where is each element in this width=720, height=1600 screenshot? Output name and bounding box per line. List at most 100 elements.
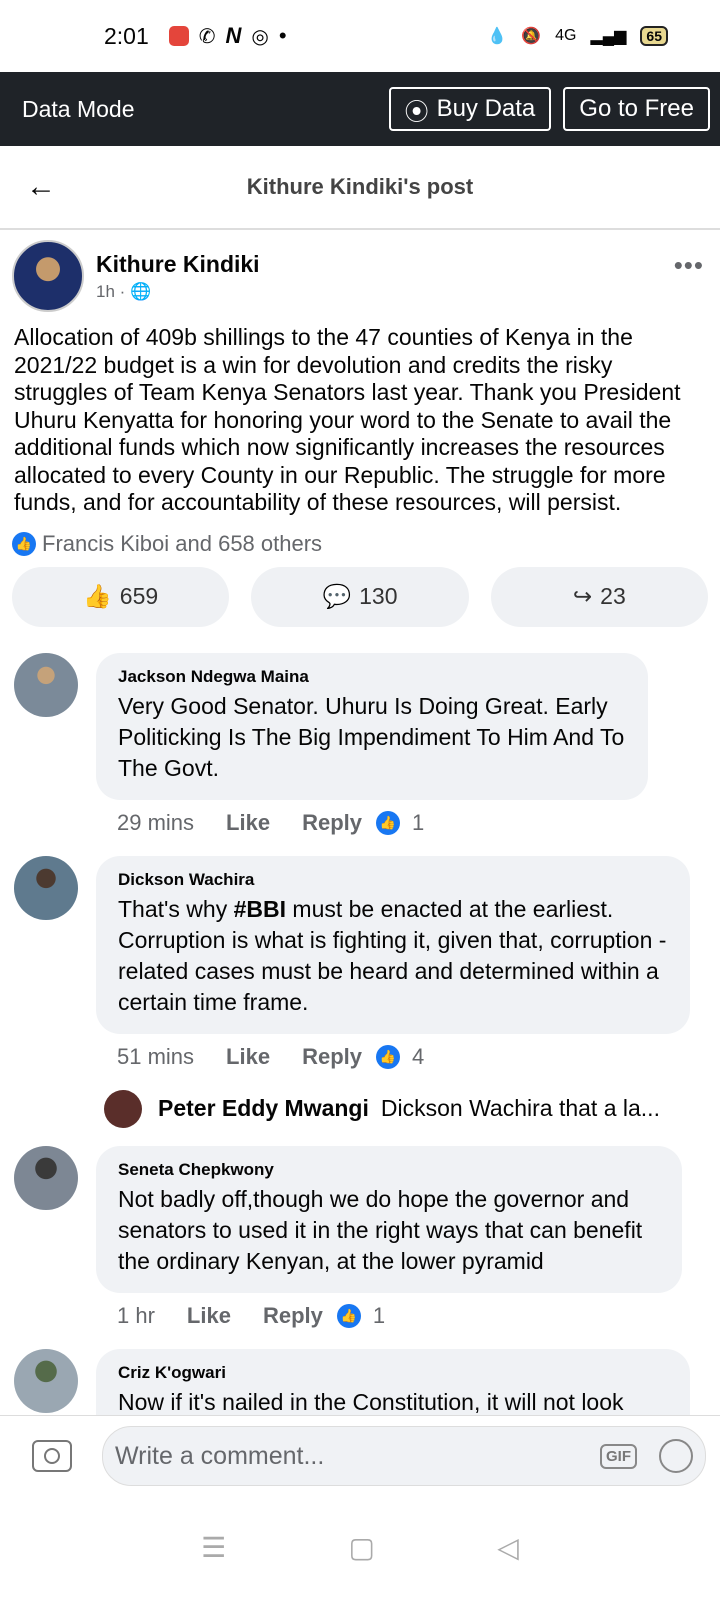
reply-author: Peter Eddy Mwangi	[158, 1095, 369, 1121]
share-count: 23	[600, 583, 626, 609]
comment-reaction-count: 1	[412, 809, 425, 835]
status-time: 2:01	[104, 22, 149, 49]
like-reaction-icon: 👍	[376, 1044, 400, 1069]
reaction-text: Francis Kiboi and 658 others	[42, 530, 323, 556]
like-reaction-icon: 👍	[376, 810, 400, 835]
whatsapp-icon: ✆	[198, 25, 216, 48]
comment-icon: 💬	[322, 583, 352, 609]
comment-reply-button[interactable]: Reply	[302, 810, 362, 836]
page-title: Kithure Kindiki's post	[246, 174, 474, 199]
like-reaction-icon: 👍	[336, 1303, 361, 1328]
post-header: ← Kithure Kindiki's post	[0, 146, 720, 230]
status-left: 2:01 ✆ N ◎ •	[104, 23, 287, 50]
commenter-name[interactable]: Seneta Chepkwony	[118, 1160, 660, 1180]
like-count: 659	[119, 583, 159, 609]
data-mode-title: Data Mode	[22, 95, 135, 122]
comment-bubble: Dickson Wachira That's why #BBI must be …	[96, 855, 690, 1034]
commenter-name[interactable]: Dickson Wachira	[118, 870, 668, 890]
comment-text: That's why #BBI must be enacted at the e…	[118, 894, 668, 1018]
commenter-avatar[interactable]	[14, 1145, 78, 1210]
author-box: Kithure Kindiki 1h · 🌐	[96, 251, 260, 302]
like-reaction-icon: 👍	[12, 531, 36, 556]
status-right: 💧 🔕 4G ▂▄▆ 65	[487, 26, 668, 46]
back-arrow-icon[interactable]: ←	[26, 170, 56, 204]
comment-time: 1 hr	[117, 1302, 155, 1328]
comment-text-part: That's why	[118, 895, 234, 922]
comment-text: Now if it's nailed in the Constitution, …	[118, 1388, 624, 1415]
commenter-name[interactable]: Jackson Ndegwa Maina	[118, 667, 626, 687]
data-buttons: ⦿ Buy Data Go to Free	[388, 87, 710, 131]
author-name[interactable]: Kithure Kindiki	[96, 251, 260, 278]
more-options-icon[interactable]: •••	[674, 250, 704, 281]
share-button[interactable]: ↪ 23	[490, 566, 708, 627]
gif-icon[interactable]: GIF	[600, 1443, 637, 1469]
comment-reactions[interactable]: 👍 1	[376, 810, 424, 836]
comment-placeholder: Write a comment...	[115, 1441, 325, 1470]
comment-bubble: Jackson Ndegwa Maina Very Good Senator. …	[96, 652, 648, 800]
netflix-icon: N	[225, 23, 242, 48]
commenter-name[interactable]: Criz K'ogwari	[118, 1363, 668, 1383]
comment-meta: 29 mins Like Reply 👍 1	[0, 800, 720, 856]
buy-data-button[interactable]: ⦿ Buy Data	[388, 87, 552, 131]
reply-text: Dickson Wachira that a la...	[380, 1095, 660, 1121]
instagram-icon: ◎	[251, 25, 269, 48]
dot-icon: •	[278, 23, 287, 48]
comment-input[interactable]: Write a comment... GIF	[102, 1426, 706, 1486]
menu-icon[interactable]: ☰	[201, 1531, 226, 1564]
comment-reactions[interactable]: 👍 1	[336, 1302, 386, 1329]
drop-icon: 💧	[487, 28, 508, 45]
reaction-summary[interactable]: 👍 Francis Kiboi and 658 others	[0, 517, 720, 567]
comment-item: Seneta Chepkwony Not badly off,though we…	[0, 1145, 720, 1293]
comment-meta: 51 mins Like Reply 👍 4	[0, 1034, 720, 1090]
commenter-avatar[interactable]	[14, 855, 78, 920]
comment-reactions[interactable]: 👍 4	[376, 1044, 424, 1070]
commenter-avatar[interactable]	[14, 1348, 78, 1413]
comment-like-button[interactable]: Like	[187, 1303, 231, 1329]
comment-reaction-count: 4	[412, 1043, 425, 1069]
go-to-free-button[interactable]: Go to Free	[563, 87, 710, 131]
comment-like-button[interactable]: Like	[226, 1044, 270, 1070]
go-to-free-label: Go to Free	[579, 95, 694, 122]
comment-text: Not badly off,though we do hope the gove…	[118, 1185, 643, 1274]
post-actions: 👍 659 💬 130 ↪ 23	[0, 566, 720, 627]
comment-time: 51 mins	[117, 1043, 195, 1069]
share-icon: ↪	[572, 583, 593, 609]
like-button[interactable]: 👍 659	[12, 566, 230, 627]
emoji-icon[interactable]	[659, 1439, 693, 1473]
comment-meta: 1 hr Like Reply 👍 1	[0, 1293, 720, 1349]
comment-text: Very Good Senator. Uhuru Is Doing Great.…	[118, 692, 625, 781]
post-meta: 1h · 🌐	[96, 281, 152, 301]
system-nav-bar: ☰ ▢ ◁	[0, 1495, 720, 1600]
comment-reply-button[interactable]: Reply	[302, 1044, 362, 1070]
data-mode-bar: Data Mode ⦿ Buy Data Go to Free	[0, 72, 720, 146]
mute-icon: 🔕	[521, 28, 542, 45]
comment-bubble: Seneta Chepkwony Not badly off,though we…	[96, 1145, 682, 1293]
post-text: Allocation of 409b shillings to the 47 c…	[14, 324, 681, 515]
network-label: 4G	[555, 27, 577, 44]
comment-composer: Write a comment... GIF	[0, 1415, 720, 1496]
comment-item: Dickson Wachira That's why #BBI must be …	[0, 855, 720, 1034]
comment-button[interactable]: 💬 130	[251, 566, 469, 627]
home-icon[interactable]: ▢	[349, 1531, 375, 1564]
camera-icon[interactable]	[32, 1440, 72, 1472]
signal-icon: ▂▄▆	[590, 28, 627, 45]
reply-preview[interactable]: Peter Eddy Mwangi Dickson Wachira that a…	[0, 1089, 720, 1146]
commenter-avatar[interactable]	[14, 652, 78, 717]
back-nav-icon[interactable]: ◁	[497, 1531, 519, 1564]
music-app-icon	[168, 26, 189, 46]
thumbs-up-icon: 👍	[83, 583, 112, 609]
author-avatar[interactable]	[12, 240, 84, 312]
comment-reply-button[interactable]: Reply	[263, 1303, 323, 1329]
comment-reaction-count: 1	[372, 1302, 386, 1328]
broadcast-icon: ⦿	[404, 98, 429, 126]
buy-data-label: Buy Data	[436, 95, 536, 122]
comment-time: 29 mins	[117, 809, 195, 835]
comment-like-button[interactable]: Like	[226, 810, 270, 836]
comment-item: Jackson Ndegwa Maina Very Good Senator. …	[0, 652, 720, 800]
comments-list: Jackson Ndegwa Maina Very Good Senator. …	[0, 627, 720, 1434]
status-bar: 2:01 ✆ N ◎ • 💧 🔕 4G ▂▄▆ 65	[0, 0, 720, 72]
hashtag-link[interactable]: #BBI	[234, 896, 286, 922]
post-author-row: Kithure Kindiki 1h · 🌐 •••	[0, 230, 720, 312]
reply-avatar	[104, 1089, 142, 1128]
comment-count: 130	[359, 583, 398, 609]
